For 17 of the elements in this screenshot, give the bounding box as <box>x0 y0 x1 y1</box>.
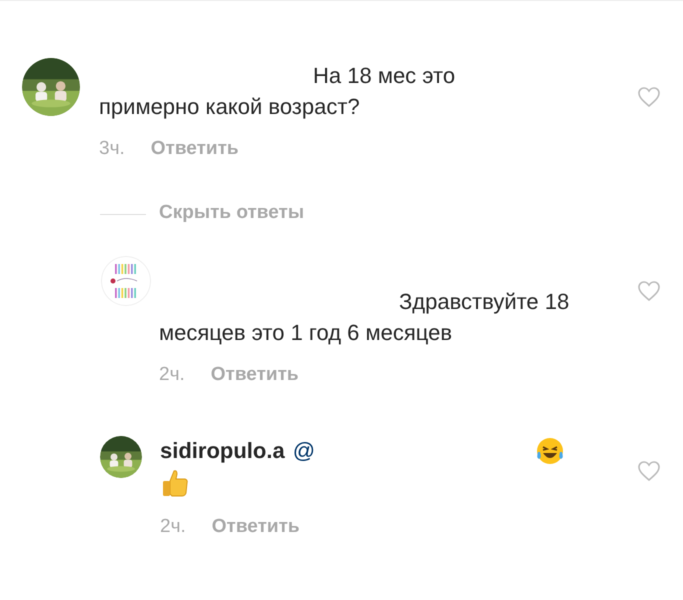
heart-icon[interactable] <box>637 86 661 108</box>
username[interactable]: sidiropulo.a <box>160 438 285 464</box>
comment-text: На 18 мес это примерно какой возраст? <box>99 62 456 121</box>
heart-icon[interactable] <box>637 280 661 302</box>
reply-link[interactable]: Ответить <box>212 516 300 538</box>
comment-text: Здравствуйте 18 месяцев это 1 год 6 месяцев <box>159 288 570 347</box>
reply-link[interactable]: Ответить <box>210 364 299 386</box>
hide-replies-link[interactable]: Скрыть ответы <box>159 202 304 224</box>
logo-icon <box>101 256 151 306</box>
reply-link[interactable]: Ответить <box>150 138 239 160</box>
mention-link[interactable]: @ <box>292 438 316 464</box>
timestamp: 3ч. <box>99 138 125 160</box>
heart-icon[interactable] <box>637 460 661 482</box>
timestamp: 2ч. <box>160 516 186 538</box>
laughing-face-icon <box>535 436 566 466</box>
thumbs-up-icon <box>160 468 190 498</box>
timestamp: 2ч. <box>159 364 185 386</box>
